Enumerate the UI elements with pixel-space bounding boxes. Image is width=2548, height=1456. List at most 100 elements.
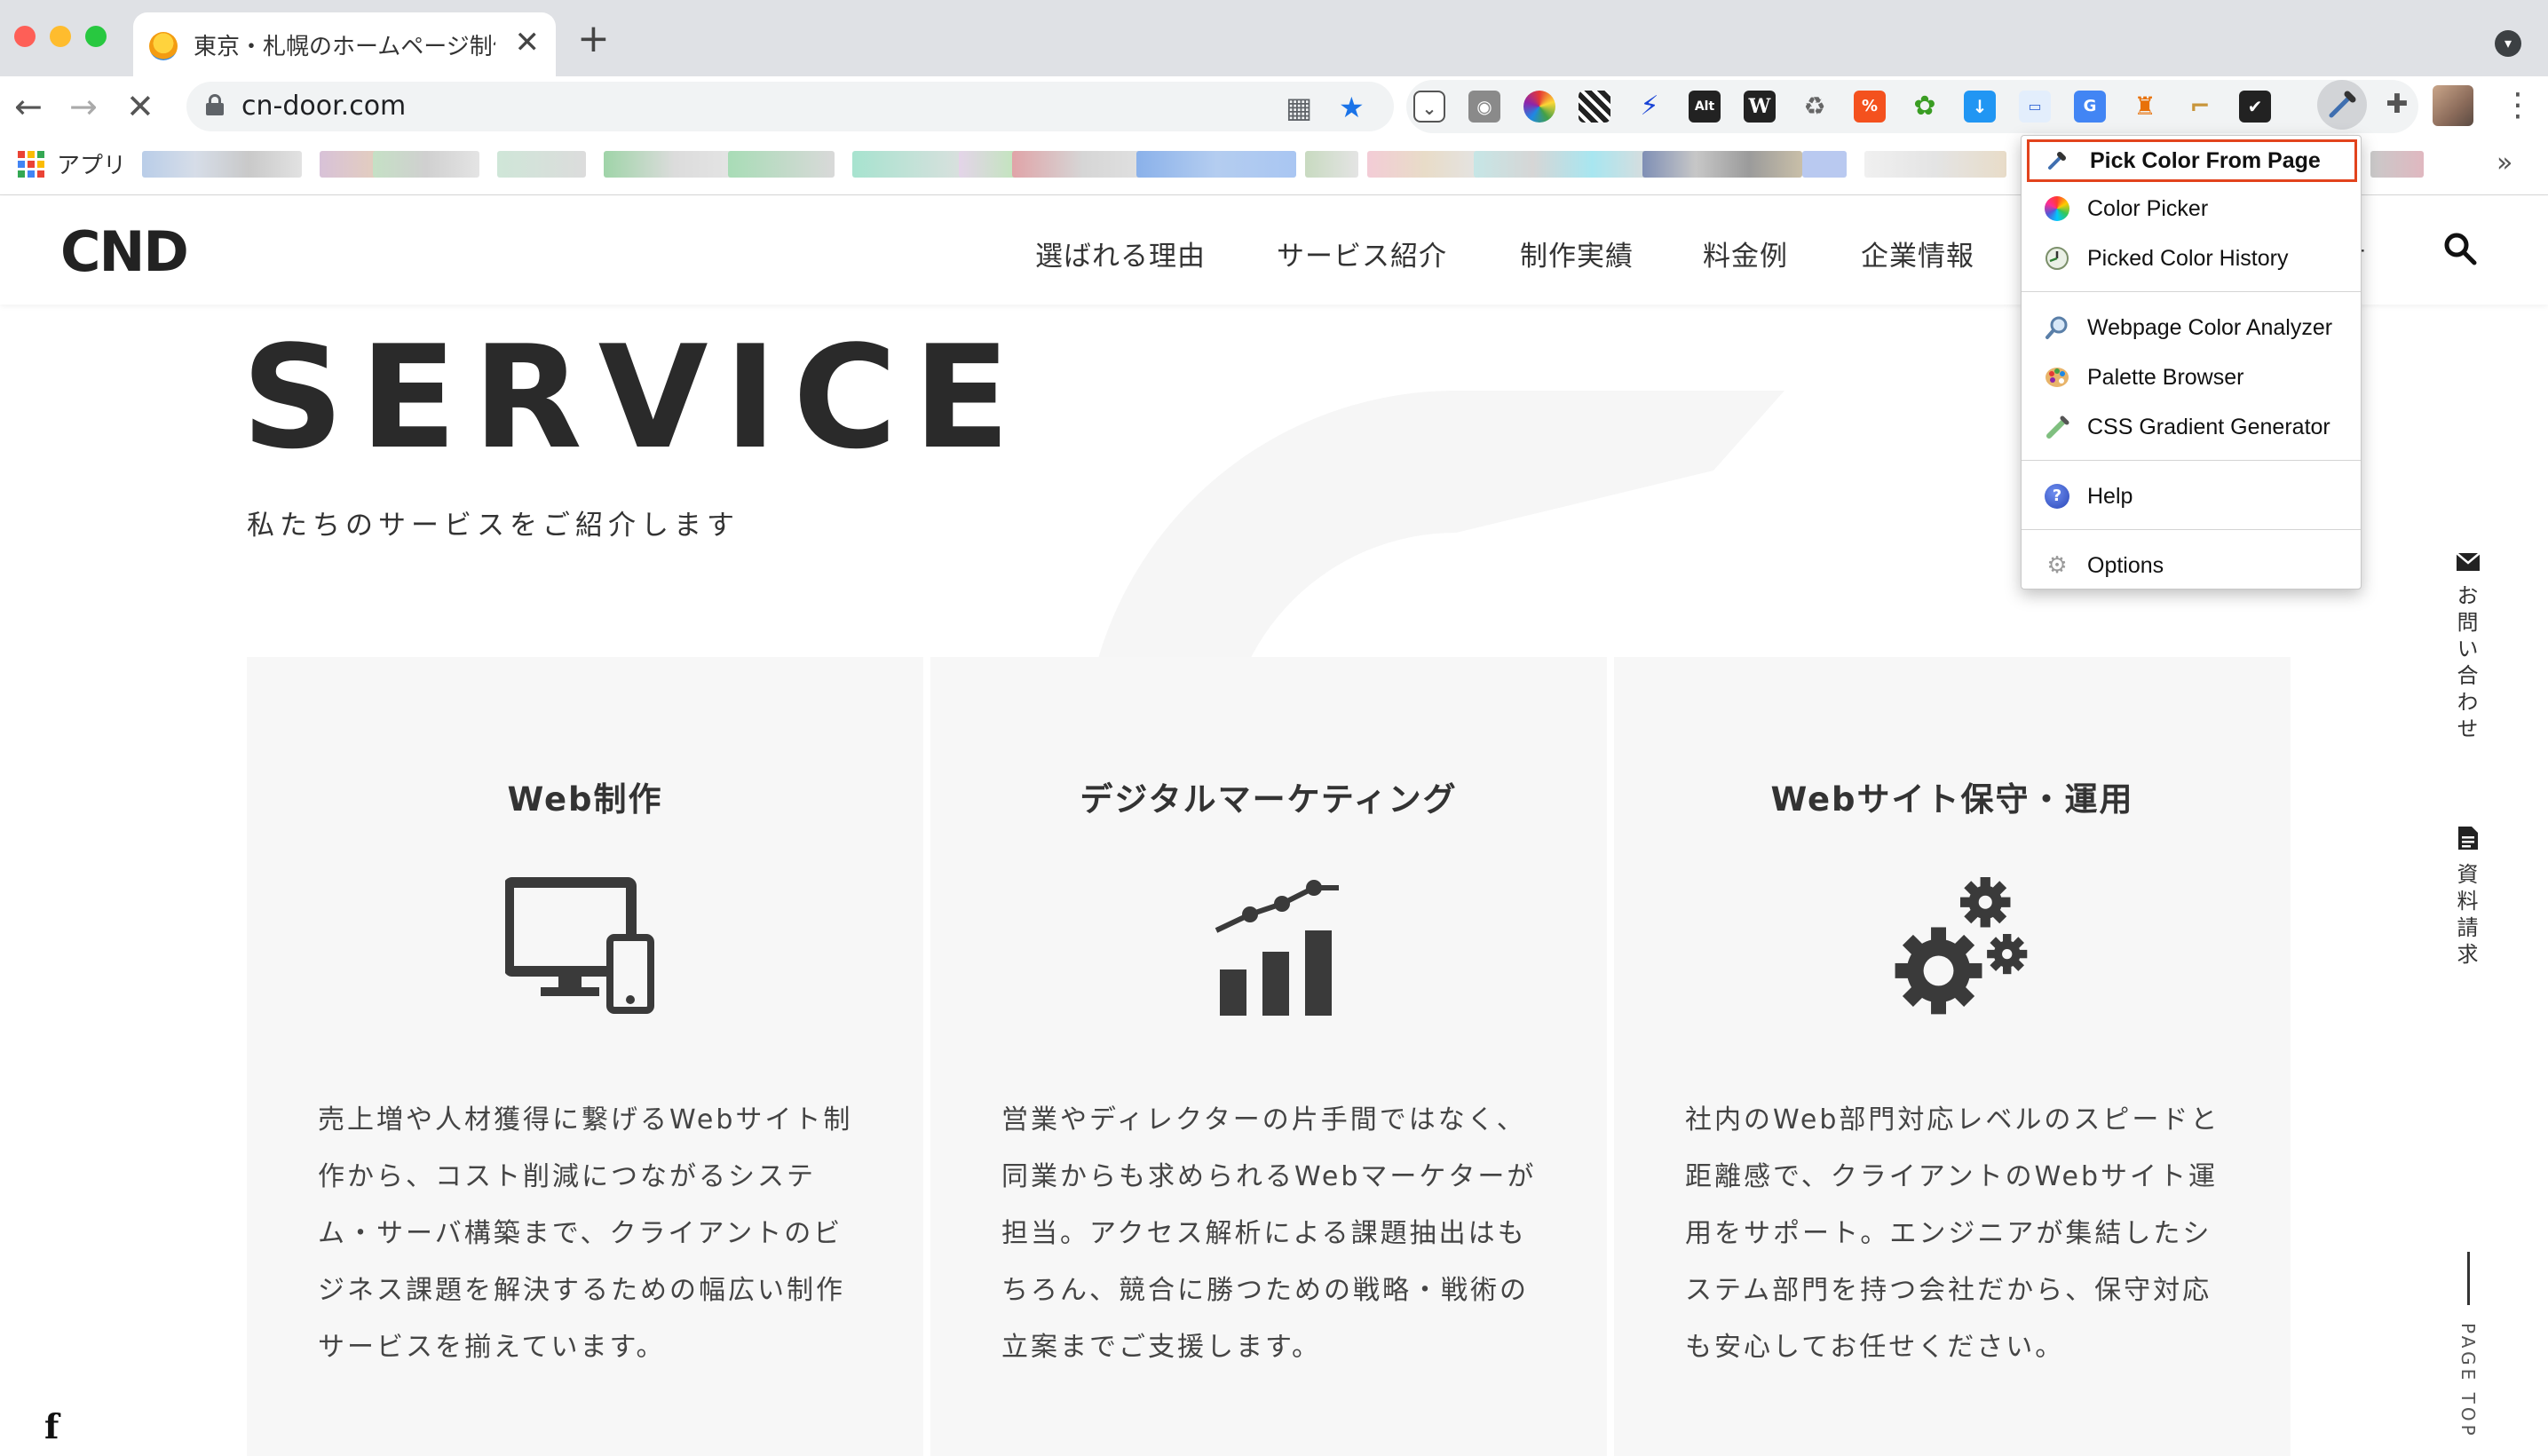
address-bar[interactable]: cn-door.com ▦ ★ — [186, 82, 1394, 131]
tab-close-icon[interactable]: ✕ — [515, 25, 541, 60]
gradient-pen-icon — [2046, 415, 2069, 439]
forward-arrow-icon[interactable]: → — [69, 87, 98, 126]
bookmark-item[interactable] — [728, 151, 835, 178]
lock-icon[interactable] — [206, 94, 224, 115]
card-title: Webサイト保守・運用 — [1770, 780, 2134, 819]
recycle-icon[interactable]: ♻ — [1799, 91, 1831, 123]
monitor-phone-icon — [505, 877, 654, 1014]
search-icon[interactable] — [2443, 232, 2477, 265]
options-gear-icon: ⚙ — [2046, 552, 2068, 579]
menu-item-css-gradient-generator[interactable]: CSS Gradient Generator — [2027, 406, 2357, 448]
color-picker-extension-menu: Pick Color From Page Color Picker Picked… — [2021, 135, 2362, 590]
qr-share-icon[interactable]: ▦ — [1286, 91, 1312, 124]
bookmark-item[interactable] — [604, 151, 746, 178]
extensions-puzzle-icon[interactable]: ✚ — [2381, 89, 2413, 121]
bookmark-item[interactable] — [1136, 151, 1296, 178]
ruler-icon[interactable]: ⌐ — [2184, 91, 2216, 123]
new-tab-button[interactable]: + — [577, 20, 610, 59]
menu-item-palette-browser[interactable]: Palette Browser — [2027, 356, 2357, 399]
clover-icon[interactable]: ✿ — [1909, 91, 1941, 123]
eyedropper-icon — [2329, 91, 2356, 118]
bookmark-item[interactable] — [852, 151, 977, 178]
bookmark-item[interactable] — [1642, 151, 1802, 178]
minimize-window-button[interactable] — [50, 26, 71, 47]
service-card-marketing[interactable]: デジタルマーケティング 営業やディレクターの片手間ではなく、 同業からも求められ… — [930, 657, 1607, 1456]
menu-item-color-picker[interactable]: Color Picker — [2027, 187, 2357, 230]
card-title: Web制作 — [507, 780, 663, 819]
service-card-web[interactable]: Web制作 売上増や人材獲得に繋げるWebサイト制 作から、コスト削減につながる… — [247, 657, 923, 1456]
download-icon[interactable]: ↓ — [1964, 91, 1996, 123]
gears-icon — [1895, 877, 2028, 1015]
chrome-menu-icon[interactable]: ⋮ — [2502, 87, 2534, 123]
apps-grid-icon[interactable] — [18, 151, 44, 178]
menu-item-webpage-color-analyzer[interactable]: Webpage Color Analyzer — [2027, 306, 2357, 349]
back-arrow-icon[interactable]: ← — [14, 87, 43, 126]
site-favicon-icon — [149, 32, 178, 60]
stop-loading-icon[interactable]: ✕ — [126, 87, 154, 126]
bookmark-item[interactable] — [142, 151, 302, 178]
bookmark-star-icon[interactable]: ★ — [1339, 91, 1365, 124]
bookmark-item[interactable] — [1802, 151, 1847, 178]
card-description: 社内のWeb部門対応レベルのスピードと 距離感で、クライアントのWebサイト運 … — [1685, 1104, 2220, 1363]
tool-red-icon[interactable]: % — [1854, 91, 1886, 123]
site-logo[interactable]: CND — [60, 219, 189, 284]
card-description: 売上増や人材獲得に繋げるWebサイト制 作から、コスト削減につながるシステ ム・… — [318, 1104, 853, 1363]
nav-item-pricing[interactable]: 料金例 — [1703, 233, 1788, 273]
service-card-maintenance[interactable]: Webサイト保守・運用 社内のWeb部門対応レベルのスピードと 距離感で、クライ… — [1614, 657, 2291, 1456]
extensions-bar: ⌄ ◉ ⚡ Alt W ♻ % ✿ ↓ ▭ G ♜ ⌐ ✔ — [1406, 80, 2418, 133]
palette-icon — [2046, 368, 2069, 387]
page-top-link[interactable]: PAGE TOP — [2457, 1323, 2479, 1439]
url-text[interactable]: cn-door.com — [241, 91, 406, 122]
nav-item-reasons[interactable]: 選ばれる理由 — [1035, 233, 1206, 273]
magnifier-icon — [2046, 316, 2068, 339]
menu-separator — [2022, 291, 2361, 292]
maximize-window-button[interactable] — [85, 26, 107, 47]
browser-tab-strip: 東京・札幌のホームページ制作 | ✕ + ▾ — [0, 0, 2548, 76]
side-request-link[interactable]: 資料請求 — [2450, 826, 2486, 969]
bookmark-item[interactable] — [373, 151, 479, 178]
window-capture-icon[interactable]: ▭ — [2019, 91, 2051, 123]
nav-item-company[interactable]: 企業情報 — [1861, 233, 1974, 273]
facebook-icon[interactable]: f — [44, 1406, 59, 1446]
bookmark-item[interactable] — [497, 151, 586, 178]
history-clock-icon — [2046, 247, 2069, 270]
menu-item-pick-color-from-page[interactable]: Pick Color From Page — [2027, 139, 2357, 182]
lightning-icon[interactable]: ⚡ — [1634, 91, 1666, 123]
eyedropper-icon — [2048, 152, 2066, 170]
color-ring-icon[interactable] — [1523, 91, 1555, 123]
contact-label: お問い合わせ — [2453, 584, 2478, 744]
menu-item-help[interactable]: ? Help — [2027, 475, 2357, 518]
pocket-icon[interactable]: ⌄ — [1413, 91, 1445, 123]
nav-item-services[interactable]: サービス紹介 — [1277, 233, 1447, 273]
color-picker-extension-button[interactable] — [2317, 80, 2367, 130]
camera-icon[interactable]: ◉ — [1468, 91, 1500, 123]
close-window-button[interactable] — [14, 26, 36, 47]
bookmark-item[interactable] — [2370, 151, 2424, 178]
lighthouse-icon[interactable]: ♜ — [2129, 91, 2161, 123]
side-contact-link[interactable]: お問い合わせ — [2450, 552, 2486, 744]
menu-item-options[interactable]: ⚙ Options — [2027, 544, 2357, 587]
mail-icon — [2456, 552, 2481, 571]
wikipedia-icon[interactable]: W — [1744, 91, 1776, 123]
apps-shortcut-label[interactable]: アプリ — [57, 147, 126, 180]
bookmark-item[interactable] — [1367, 151, 1483, 178]
menu-item-picked-color-history[interactable]: Picked Color History — [2027, 237, 2357, 280]
qr-code-icon[interactable] — [1579, 91, 1610, 123]
checklist-icon[interactable]: ✔ — [2239, 91, 2271, 123]
alt-text-icon[interactable]: Alt — [1689, 91, 1721, 123]
google-translate-icon[interactable]: G — [2074, 91, 2106, 123]
active-tab[interactable]: 東京・札幌のホームページ制作 | ✕ — [133, 12, 556, 76]
tab-title: 東京・札幌のホームページ制作 | — [194, 34, 495, 60]
nav-item-works[interactable]: 制作実績 — [1520, 233, 1634, 273]
menu-separator — [2022, 529, 2361, 530]
bookmark-item[interactable] — [1305, 151, 1358, 178]
bookmark-item[interactable] — [1012, 151, 1154, 178]
bookmarks-overflow-icon[interactable]: » — [2497, 147, 2512, 178]
page-top-line — [2467, 1252, 2470, 1305]
tab-search-icon[interactable]: ▾ — [2495, 30, 2521, 57]
bookmark-item[interactable] — [1474, 151, 1651, 178]
document-icon — [2458, 827, 2478, 850]
profile-avatar[interactable] — [2433, 85, 2473, 126]
card-description: 営業やディレクターの片手間ではなく、 同業からも求められるWebマーケターが 担… — [1001, 1104, 1537, 1363]
bookmark-item[interactable] — [1864, 151, 2006, 178]
